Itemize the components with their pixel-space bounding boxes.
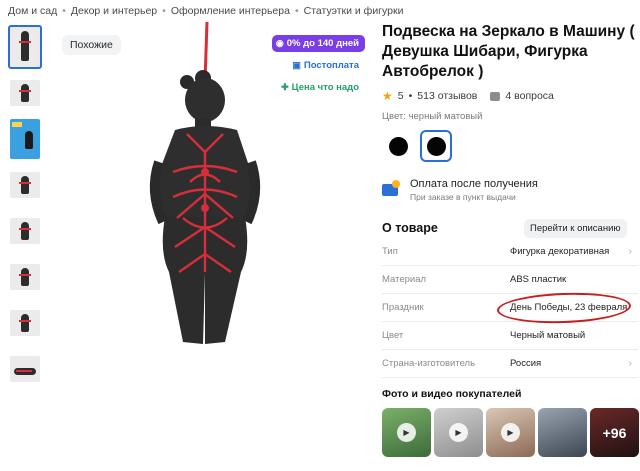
chevron-right-icon: › xyxy=(628,246,632,257)
color-label: Цвет: черный матовый xyxy=(382,111,483,122)
installment-badge-label: 0% до 140 дней xyxy=(286,38,359,49)
play-icon: ▶ xyxy=(501,423,520,442)
breadcrumb-separator: • xyxy=(294,5,299,17)
breadcrumb-item[interactable]: Оформление интерьера xyxy=(171,5,290,17)
payment-subtitle: При заказе в пункт выдачи xyxy=(410,192,516,202)
more-photos-tile[interactable]: +96 xyxy=(590,408,639,457)
customer-photos: ▶ ▶ ▶ +96 xyxy=(382,408,639,457)
spec-key: Материал xyxy=(382,274,427,285)
questions-icon xyxy=(490,91,501,101)
customer-video[interactable]: ▶ xyxy=(486,408,535,457)
thumbnail[interactable] xyxy=(8,25,42,69)
percent-icon: ◉ xyxy=(275,38,284,48)
go-to-description-button[interactable]: Перейти к описанию xyxy=(524,219,627,238)
play-icon: ▶ xyxy=(397,423,416,442)
similar-button[interactable]: Похожие xyxy=(62,35,121,55)
questions-link[interactable]: 4 вопроса xyxy=(505,90,554,102)
chevron-right-icon: › xyxy=(628,358,632,369)
card-icon xyxy=(382,180,402,200)
reviews-link[interactable]: 513 отзывов xyxy=(417,90,477,102)
postpay-badge-label: Постоплата xyxy=(303,60,359,71)
payment-title: Оплата после получения xyxy=(410,178,538,190)
installment-badge[interactable]: ◉ 0% до 140 дней xyxy=(271,35,365,52)
breadcrumb: Дом и сад • Декор и интерьер • Оформлени… xyxy=(8,5,403,17)
color-swatch-black[interactable] xyxy=(382,130,414,162)
good-price-badge[interactable]: ✚ Цена что надо xyxy=(277,79,365,96)
play-icon: ▶ xyxy=(449,423,468,442)
thumbnail[interactable] xyxy=(8,209,42,253)
spec-row-holiday: Праздник День Победы, 23 февраля xyxy=(382,294,638,322)
thumbnail[interactable] xyxy=(8,117,42,161)
spec-key: Праздник xyxy=(382,302,424,313)
spec-key: Тип xyxy=(382,246,398,257)
spec-value: Фигурка декоративная xyxy=(510,246,610,257)
color-swatch-black-matte[interactable] xyxy=(420,130,452,162)
thumbnail[interactable] xyxy=(8,163,42,207)
star-icon: ★ xyxy=(382,89,393,103)
spec-key: Страна-изготовитель xyxy=(382,358,476,369)
breadcrumb-item[interactable]: Дом и сад xyxy=(8,5,57,17)
about-heading: О товаре xyxy=(382,221,438,235)
breadcrumb-separator: • xyxy=(62,5,66,17)
postpay-icon: ▣ xyxy=(292,60,301,70)
promo-badges: ◉ 0% до 140 дней ▣ Постоплата ✚ Цена что… xyxy=(271,35,365,96)
color-swatches xyxy=(382,130,452,162)
spec-value: Россия xyxy=(510,358,542,369)
spec-value: ABS пластик xyxy=(510,274,567,285)
good-price-badge-label: Цена что надо xyxy=(291,82,359,93)
thumbnail-list xyxy=(8,25,42,393)
spec-value: Черный матовый xyxy=(510,330,586,341)
dot-separator: • xyxy=(408,90,413,102)
rating-value: 5 xyxy=(397,90,404,102)
rating-row: ★ 5 • 513 отзывов 4 вопроса xyxy=(382,89,554,103)
spec-row-material: Материал ABS пластик xyxy=(382,266,638,294)
postpay-badge[interactable]: ▣ Постоплата xyxy=(288,57,365,74)
thumbnail[interactable] xyxy=(8,255,42,299)
payment-info[interactable]: Оплата после получения При заказе в пунк… xyxy=(382,178,538,202)
breadcrumb-separator: • xyxy=(162,5,166,17)
good-price-icon: ✚ xyxy=(281,82,289,92)
breadcrumb-item[interactable]: Декор и интерьер xyxy=(71,5,157,17)
breadcrumb-item[interactable]: Статуэтки и фигурки xyxy=(304,5,404,17)
customer-photo[interactable] xyxy=(538,408,587,457)
customer-video[interactable]: ▶ xyxy=(382,408,431,457)
spec-value: День Победы, 23 февраля xyxy=(510,302,628,313)
thumbnail[interactable] xyxy=(8,71,42,115)
spec-row-color: Цвет Черный матовый xyxy=(382,322,638,350)
spec-row-type[interactable]: Тип Фигурка декоративная › xyxy=(382,238,638,266)
customer-video[interactable]: ▶ xyxy=(434,408,483,457)
customer-photos-heading: Фото и видео покупателей xyxy=(382,388,522,400)
spec-key: Цвет xyxy=(382,330,404,341)
spec-row-country[interactable]: Страна-изготовитель Россия › xyxy=(382,350,638,378)
thumbnail[interactable] xyxy=(8,301,42,345)
product-title: Подвеска на Зеркало в Машину ( Девушка Ш… xyxy=(382,23,635,80)
more-photos-count: +96 xyxy=(590,408,639,457)
thumbnail[interactable] xyxy=(8,347,42,391)
